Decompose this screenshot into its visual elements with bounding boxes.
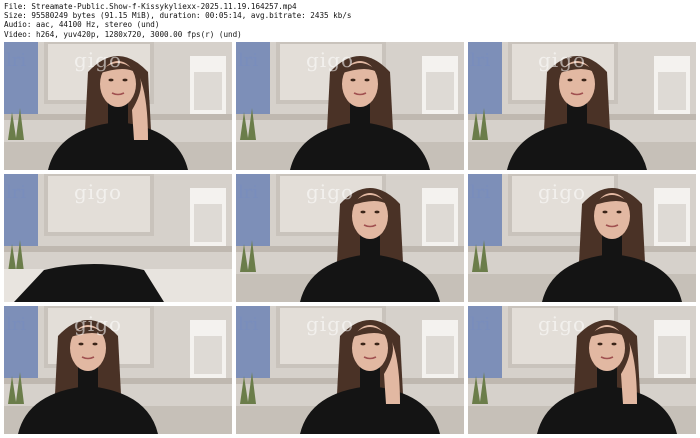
audio-info-line: Audio: aac, 44100 Hz, stereo (und) (4, 20, 160, 30)
wall-lettering: gigo (306, 48, 355, 72)
video-frame-thumbnail: lri gigo (236, 306, 464, 434)
video-frame-thumbnail: lri gigo (468, 174, 696, 302)
wall-lettering-left: lri (238, 314, 259, 335)
video-frame-thumbnail: lri gigo (4, 174, 232, 302)
wall-lettering-left: lri (470, 182, 491, 203)
video-frame-thumbnail: lri gigo (468, 42, 696, 170)
wall-lettering: gigo (306, 180, 355, 204)
video-info-line: Video: h264, yuv420p, 1280x720, 3000.00 … (4, 29, 242, 39)
file-size-line: Size: 95580249 bytes (91.15 MiB), durati… (4, 11, 352, 21)
thumbnail-grid: lri gigo lri gigo lri gigo lri gigo lri … (4, 42, 696, 434)
wall-lettering-left: lri (470, 50, 491, 71)
video-frame-thumbnail: lri gigo (468, 306, 696, 434)
wall-lettering: gigo (74, 312, 123, 336)
file-metadata: File: Streamate-Public.Show-f-Kissykylie… (4, 2, 351, 39)
wall-lettering: gigo (306, 312, 355, 336)
wall-lettering-left: lri (470, 314, 491, 335)
wall-lettering-left: lri (238, 50, 259, 71)
video-frame-thumbnail: lri gigo (236, 174, 464, 302)
wall-lettering-left: lri (6, 314, 27, 335)
wall-lettering: gigo (538, 48, 587, 72)
video-frame-thumbnail: lri gigo (4, 306, 232, 434)
wall-lettering: gigo (74, 48, 123, 72)
video-frame-thumbnail: lri gigo (236, 42, 464, 170)
wall-lettering-left: lri (238, 182, 259, 203)
file-name-line: File: Streamate-Public.Show-f-Kissykylie… (4, 2, 297, 11)
wall-lettering: gigo (538, 312, 587, 336)
video-frame-thumbnail: lri gigo (4, 42, 232, 170)
wall-lettering: gigo (74, 180, 123, 204)
wall-lettering-left: lri (6, 182, 27, 203)
contact-sheet: File: Streamate-Public.Show-f-Kissykylie… (0, 0, 700, 438)
wall-lettering-left: lri (6, 50, 27, 71)
wall-lettering: gigo (538, 180, 587, 204)
